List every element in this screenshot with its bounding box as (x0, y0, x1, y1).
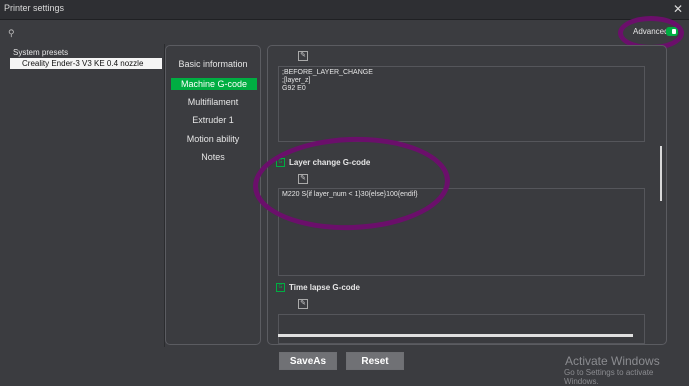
vertical-scrollbar[interactable] (660, 146, 662, 201)
edit-icon[interactable]: ✎ (298, 299, 308, 309)
edit-icon[interactable]: ✎ (298, 51, 308, 61)
gcode-line: G92 E0 (282, 85, 306, 92)
nav-item-basic-information[interactable]: Basic information (166, 59, 260, 69)
time-lapse-title: Time lapse G-code (289, 283, 360, 292)
time-lapse-gcode-editor[interactable] (278, 314, 645, 344)
title-bar: Printer settings ✕ (0, 0, 689, 20)
reset-button[interactable]: Reset (346, 352, 404, 370)
close-icon[interactable]: ✕ (673, 2, 683, 16)
gcode-section-icon: G (276, 283, 285, 292)
before-layer-gcode-editor[interactable]: ;BEFORE_LAYER_CHANGE ;[layer_z] G92 E0 (278, 66, 645, 142)
search-icon[interactable]: ⚲ (8, 28, 15, 39)
preset-item-selected[interactable]: Creality Ender-3 V3 KE 0.4 nozzle (10, 58, 162, 69)
nav-item-notes[interactable]: Notes (166, 152, 260, 162)
nav-item-multifilament[interactable]: Multifilament (166, 97, 260, 107)
nav-item-extruder-1[interactable]: Extruder 1 (166, 115, 260, 125)
activate-windows-subtitle: Go to Settings to activate Windows. (564, 368, 654, 386)
horizontal-scrollbar[interactable] (278, 334, 633, 337)
activate-windows-title: Activate Windows (565, 354, 660, 368)
gcode-line: ;BEFORE_LAYER_CHANGE (282, 69, 373, 76)
system-presets-label: System presets (13, 48, 69, 57)
settings-nav: Basic information Machine G-code Multifi… (165, 45, 261, 345)
window-title: Printer settings (4, 3, 65, 13)
nav-item-motion-ability[interactable]: Motion ability (166, 134, 260, 144)
gcode-line: ;[layer_z] (282, 77, 311, 84)
nav-item-machine-gcode[interactable]: Machine G-code (171, 78, 257, 90)
save-as-button[interactable]: SaveAs (279, 352, 337, 370)
